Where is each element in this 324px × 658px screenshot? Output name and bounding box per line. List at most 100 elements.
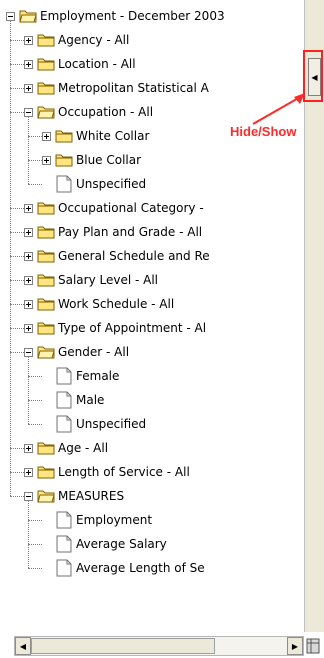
tree-connector-line: [10, 256, 24, 257]
tree-item-label: Average Length of Se: [76, 561, 205, 575]
tree-item-label: Pay Plan and Grade - All: [58, 225, 203, 239]
tree-folder-item[interactable]: Work Schedule - All: [24, 294, 174, 314]
tree-connector-line: [28, 568, 42, 569]
tree-folder-item[interactable]: Occupational Category -: [24, 198, 204, 218]
tree-folder-item[interactable]: Type of Appointment - Al: [24, 318, 206, 338]
tree-folder-item[interactable]: Metropolitan Statistical A: [24, 78, 209, 98]
folder-open-icon: [37, 106, 55, 119]
expand-toggle[interactable]: [42, 131, 51, 141]
tree-item-label: Salary Level - All: [58, 273, 159, 287]
tree-connector-line: [28, 356, 29, 424]
folder-icon: [37, 298, 55, 311]
scrollbar-thumb[interactable]: [31, 638, 215, 654]
tree-leaf-item[interactable]: Average Length of Se: [42, 558, 205, 578]
tree-folder-item[interactable]: Agency - All: [24, 30, 129, 50]
document-icon: [56, 511, 72, 529]
document-icon: [56, 175, 72, 193]
horizontal-scrollbar[interactable]: ◀ ▶: [14, 636, 304, 656]
tree-connector-line: [28, 376, 42, 377]
tree-leaf-item[interactable]: Average Salary: [42, 534, 167, 554]
tree-folder-item[interactable]: White Collar: [42, 126, 149, 146]
tree-leaf-item[interactable]: Female: [42, 366, 119, 386]
tree-connector-line: [10, 88, 24, 89]
tree-connector-line: [28, 544, 42, 545]
tree-connector-line: [10, 20, 11, 496]
tree-connector-line: [28, 424, 42, 425]
tree-item-label: Unspecified: [76, 417, 147, 431]
folder-icon: [55, 154, 73, 167]
tree-folder-item[interactable]: Gender - All: [24, 342, 129, 362]
tree-item-label: Length of Service - All: [58, 465, 190, 479]
tree-item-label: Type of Appointment - Al: [58, 321, 207, 335]
tree-connector-line: [28, 520, 42, 521]
folder-open-icon: [37, 346, 55, 359]
tree-connector-line: [10, 64, 24, 65]
folder-icon: [37, 466, 55, 479]
tree-leaf-item[interactable]: Male: [42, 390, 104, 410]
expand-toggle[interactable]: [24, 467, 33, 477]
document-icon: [56, 391, 72, 409]
tree-folder-item[interactable]: General Schedule and Re: [24, 246, 210, 266]
tree-item-label: Metropolitan Statistical A: [58, 81, 209, 95]
tree-item-label: General Schedule and Re: [58, 249, 210, 263]
folder-icon: [37, 34, 55, 47]
folder-icon: [37, 82, 55, 95]
tree-connector-line: [10, 280, 24, 281]
tree-connector-line: [10, 208, 24, 209]
tree-folder-item[interactable]: Salary Level - All: [24, 270, 158, 290]
folder-open-icon: [37, 490, 55, 503]
tree-connector-line: [28, 160, 42, 161]
tree-item-label: Work Schedule - All: [58, 297, 175, 311]
tree-item-label: Male: [76, 393, 105, 407]
tree-folder-item[interactable]: Employment - December 2003: [6, 6, 225, 26]
tree-item-label: Gender - All: [58, 345, 130, 359]
tree-folder-item[interactable]: Location - All: [24, 54, 136, 74]
tree-folder-item[interactable]: Pay Plan and Grade - All: [24, 222, 202, 242]
expand-toggle[interactable]: [24, 275, 33, 285]
expand-toggle[interactable]: [24, 251, 33, 261]
expand-toggle[interactable]: [24, 227, 33, 237]
arrow-right-icon: ▶: [291, 641, 299, 651]
expand-toggle[interactable]: [24, 443, 33, 453]
tree-connector-line: [28, 500, 29, 568]
tree-item-label: White Collar: [76, 129, 150, 143]
expand-toggle[interactable]: [24, 203, 33, 213]
folder-open-icon: [19, 10, 37, 23]
tree-folder-item[interactable]: Length of Service - All: [24, 462, 190, 482]
tree-item-label: Agency - All: [58, 33, 130, 47]
tree-connector-line: [10, 448, 24, 449]
expand-toggle[interactable]: [24, 83, 33, 93]
tree-item-label: Occupational Category -: [58, 201, 204, 215]
tree-leaf-item[interactable]: Unspecified: [42, 174, 146, 194]
tree-item-label: Blue Collar: [76, 153, 142, 167]
tree-connector-line: [28, 400, 42, 401]
tree-leaf-item[interactable]: Unspecified: [42, 414, 146, 434]
tree-connector-line: [28, 136, 42, 137]
tree-folder-item[interactable]: Age - All: [24, 438, 108, 458]
expand-toggle[interactable]: [24, 299, 33, 309]
expand-toggle[interactable]: [42, 155, 51, 165]
tree-connector-line: [28, 184, 42, 185]
folder-icon: [37, 250, 55, 263]
arrow-left-icon: ◀: [19, 641, 27, 651]
expand-toggle[interactable]: [24, 59, 33, 69]
tree-item-label: Employment - December 2003: [40, 9, 225, 23]
tree-item-label: Location - All: [58, 57, 136, 71]
expand-toggle[interactable]: [24, 35, 33, 45]
document-icon: [56, 415, 72, 433]
tree-connector-line: [10, 472, 24, 473]
tree-item-label: Female: [76, 369, 120, 383]
tree-folder-item[interactable]: MEASURES: [24, 486, 124, 506]
tree-item-label: Unspecified: [76, 177, 147, 191]
expand-toggle[interactable]: [24, 323, 33, 333]
tree-item-label: Age - All: [58, 441, 109, 455]
tree-leaf-item[interactable]: Employment: [42, 510, 152, 530]
tree-connector-line: [10, 304, 24, 305]
tree-folder-item[interactable]: Blue Collar: [42, 150, 141, 170]
hide-show-annotation-label: Hide/Show: [230, 124, 297, 139]
document-icon: [56, 367, 72, 385]
scroll-left-button[interactable]: ◀: [15, 637, 31, 655]
tree-connector-line: [10, 232, 24, 233]
scroll-right-button[interactable]: ▶: [287, 637, 303, 655]
tree-folder-item[interactable]: Occupation - All: [24, 102, 153, 122]
